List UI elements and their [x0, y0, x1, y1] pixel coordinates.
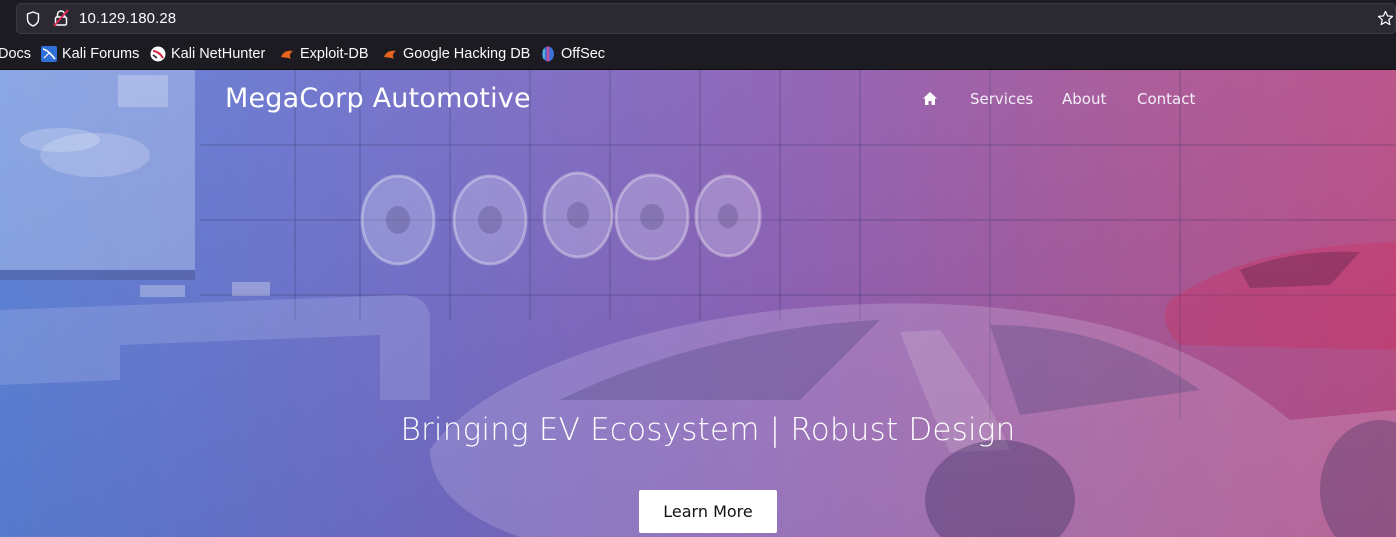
address-bar[interactable]: 10.129.180.28	[16, 3, 1396, 34]
nav-contact[interactable]: Contact	[1137, 90, 1195, 108]
hero-gradient-overlay	[0, 70, 1396, 537]
bookmark-label: Kali NetHunter	[171, 46, 266, 62]
bookmark-label: Docs	[0, 46, 32, 62]
bookmark-offsec[interactable]: OffSec	[540, 45, 605, 63]
google-hacking-db-icon	[384, 50, 396, 59]
learn-more-button[interactable]: Learn More	[639, 490, 777, 533]
site-brand[interactable]: MegaCorp Automotive	[225, 83, 531, 114]
bookmark-kali-forums[interactable]: Kali Forums	[41, 45, 139, 63]
hero-tagline: Bringing EV Ecosystem | Robust Design	[400, 412, 1016, 448]
nav-services[interactable]: Services	[970, 90, 1033, 108]
kali-forums-icon	[41, 46, 57, 62]
bookmark-label: Exploit-DB	[300, 46, 369, 62]
bookmark-label: Google Hacking DB	[403, 46, 531, 62]
kali-nethunter-icon	[150, 46, 166, 62]
home-icon[interactable]	[922, 91, 938, 106]
bookmark-exploit-db[interactable]: Exploit-DB	[279, 45, 369, 63]
bookmark-star-icon[interactable]	[1377, 10, 1394, 27]
bookmark-google-hacking-db[interactable]: Google Hacking DB	[382, 45, 530, 63]
bookmark-docs[interactable]: Docs	[0, 45, 31, 63]
exploit-db-icon	[281, 50, 293, 59]
insecure-lock-icon[interactable]	[53, 9, 69, 27]
bookmarks-toolbar: Docs Kali Forums Kali NetHunter Exploit-…	[0, 38, 1396, 70]
bookmark-kali-nethunter[interactable]: Kali NetHunter	[150, 45, 265, 63]
nav-about[interactable]: About	[1062, 90, 1106, 108]
url-text[interactable]: 10.129.180.28	[79, 10, 176, 27]
offsec-icon	[542, 46, 554, 62]
bookmark-label: OffSec	[561, 46, 606, 62]
browser-toolbar: 10.129.180.28	[0, 0, 1396, 38]
bookmark-label: Kali Forums	[62, 46, 140, 62]
hero-section: MegaCorp Automotive Services About Conta…	[0, 70, 1396, 537]
shield-icon[interactable]	[26, 11, 40, 27]
